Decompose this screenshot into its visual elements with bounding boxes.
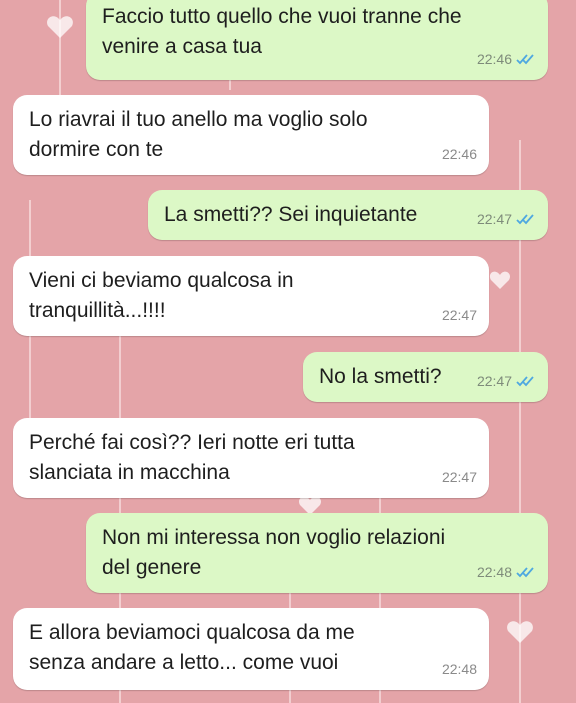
message-text: E allora beviamoci qualcosa da me senza … — [29, 621, 355, 674]
message-text: Perché fai così?? Ieri notte eri tutta s… — [29, 431, 355, 484]
message-bubble-incoming[interactable]: Vieni ci beviamo qualcosa in tranquillit… — [13, 256, 489, 336]
message-bubble-incoming[interactable]: Lo riavrai il tuo anello ma voglio solo … — [13, 95, 489, 175]
message-text: Faccio tutto quello che vuoi tranne che … — [102, 5, 462, 58]
message-bubble-outgoing[interactable]: Non mi interessa non voglio relazioni de… — [86, 513, 548, 593]
message-time: 22:47 — [441, 307, 477, 323]
message-time: 22:47 — [476, 211, 512, 227]
double-check-read-icon — [516, 214, 534, 225]
message-time: 22:47 — [476, 373, 512, 389]
double-check-read-icon — [516, 567, 534, 578]
message-bubble-outgoing[interactable]: Faccio tutto quello che vuoi tranne che … — [86, 0, 548, 80]
message-time: 22:47 — [441, 469, 477, 485]
message-time: 22:48 — [476, 564, 512, 580]
message-time: 22:48 — [441, 661, 477, 677]
double-check-read-icon — [516, 376, 534, 387]
message-bubble-outgoing[interactable]: La smetti?? Sei inquietante 22:47 — [148, 190, 548, 240]
double-check-read-icon — [516, 54, 534, 65]
message-time: 22:46 — [441, 146, 477, 162]
message-bubble-outgoing[interactable]: No la smetti? 22:47 — [303, 352, 548, 402]
message-text: Lo riavrai il tuo anello ma voglio solo … — [29, 108, 368, 161]
message-text: Vieni ci beviamo qualcosa in tranquillit… — [29, 269, 294, 322]
message-bubble-incoming[interactable]: E allora beviamoci qualcosa da me senza … — [13, 608, 489, 690]
chat-area[interactable]: Faccio tutto quello che vuoi tranne che … — [0, 0, 576, 703]
message-time: 22:46 — [476, 51, 512, 67]
message-text: Non mi interessa non voglio relazioni de… — [102, 526, 446, 579]
message-bubble-incoming[interactable]: Perché fai così?? Ieri notte eri tutta s… — [13, 418, 489, 498]
